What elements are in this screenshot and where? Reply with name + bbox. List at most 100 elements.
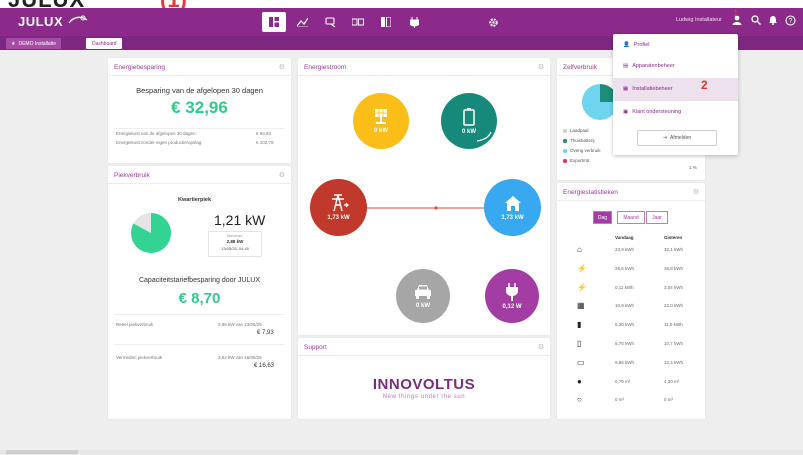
logo-swoosh-icon: [68, 14, 88, 29]
plug-node[interactable]: 0,12 W: [485, 269, 539, 323]
nav-device-icon[interactable]: [374, 12, 398, 32]
menu-item-label: Profiel: [633, 42, 650, 48]
divider: [298, 355, 550, 356]
grid-export-icon: ⚡: [577, 282, 587, 292]
gas-icon: ○: [577, 395, 582, 405]
list-icon: ▤: [623, 63, 629, 69]
support-brand-logo[interactable]: INNOVOLTUS: [298, 376, 550, 393]
settings-icon[interactable]: ⚙: [279, 63, 285, 71]
peak-row-line-2: 3,62 kW van 16/05/25: [218, 355, 262, 360]
nav-search-icon[interactable]: [318, 12, 342, 32]
peak-value: 1,21 kW: [214, 212, 266, 228]
breadcrumb-home[interactable]: ★ DEMO Installatie: [6, 38, 61, 49]
breadcrumb-dashboard[interactable]: Dashboard: [86, 38, 123, 49]
stat-yesterday: 0 m³: [664, 397, 673, 403]
nav-battery-icon[interactable]: [346, 12, 370, 32]
breadcrumb-home-label: DEMO Installatie: [18, 40, 56, 47]
stat-today: 0,79 m³: [615, 378, 631, 384]
nav-plug-icon[interactable]: [402, 12, 426, 32]
menu-item-profiel[interactable]: 👤 Profiel: [623, 42, 649, 48]
grid-node[interactable]: 1,73 kW: [310, 179, 367, 236]
card-piekverbruik: Piekverbruik ⚙ Kwartierpiek 1,21 kW Maxi…: [108, 166, 291, 419]
settings-icon[interactable]: ⚙: [538, 343, 544, 351]
stat-today: 0,11 kWh: [615, 284, 634, 290]
top-strip-annotation: (1): [160, 0, 187, 8]
stat-today: 9,85 kWh: [615, 359, 635, 365]
settings-icon[interactable]: ⚙: [279, 171, 285, 179]
nav-chart-icon[interactable]: [290, 12, 314, 32]
home-icon: [504, 195, 521, 211]
user-icon: 👤: [623, 42, 630, 48]
bell-icon[interactable]: [766, 13, 780, 27]
annotation-1: 1: [733, 8, 739, 18]
divider: [114, 344, 285, 345]
battery-discharge-icon: ▯: [577, 339, 582, 348]
card-title: Support: [304, 344, 327, 351]
stat-yesterday: 32,1 kWh: [664, 247, 684, 252]
cost-label-1: Energiekost van de afgelopen 30 dagen:: [116, 131, 197, 136]
logout-button[interactable]: ⇥ Afmelden: [637, 130, 717, 146]
card-title: Energiebesparing: [114, 64, 165, 71]
top-strip-text: JULUX: [8, 0, 85, 8]
legend-label: Thuisbatterij: [570, 138, 595, 143]
menu-item-apparatenbeheer[interactable]: ▤ Apparatenbeheer: [623, 63, 675, 69]
peak-pie-chart: [130, 212, 172, 259]
solar-panel-icon: [375, 109, 387, 124]
nav-gear-icon[interactable]: [481, 12, 505, 32]
battery-node[interactable]: 0 kW: [441, 93, 497, 149]
legend-dot: [563, 129, 567, 133]
stat-today: 26,6 kWh: [615, 265, 635, 271]
solar-node[interactable]: 0 kW: [353, 93, 409, 149]
building-icon: ▦: [623, 86, 629, 92]
peak-row-label-2: Vermeden piekverbruik: [116, 355, 163, 360]
tab-dag[interactable]: Dag: [593, 211, 612, 224]
search-icon[interactable]: [749, 13, 763, 27]
legend-label: Exportmtr.: [570, 158, 591, 163]
help-icon[interactable]: ?: [783, 13, 797, 27]
card-energiebesparing: Energiebesparing ⚙ Besparing van de afge…: [108, 58, 291, 163]
peak-subtitle: Kwartierpiek: [178, 197, 212, 203]
nav-dashboard-icon[interactable]: [262, 12, 286, 32]
car-icon: [415, 284, 431, 299]
divider: [557, 200, 705, 201]
user-name[interactable]: Ludwig Installateur: [676, 17, 722, 23]
legend-dot: [563, 149, 567, 153]
divider: [114, 314, 285, 315]
cost-value-1: € 69,83: [256, 131, 272, 136]
support-icon: ▣: [623, 109, 629, 115]
footer-text-left: [6, 450, 78, 454]
top-strip: JULUX (1): [0, 0, 803, 8]
app-logo[interactable]: JULUX: [18, 14, 63, 29]
card-support: Support ⚙ INNOVOLTUS New things under th…: [298, 338, 550, 419]
car-icon: ▭: [577, 357, 585, 367]
menu-item-label: Apparatenbeheer: [632, 63, 675, 69]
legend-label: Overig verbruik: [570, 148, 601, 153]
capacity-title: Capaciteitstariefbesparing door JULUX: [138, 277, 260, 284]
tab-jaar[interactable]: Jaar: [646, 211, 668, 224]
solar-value: 0 kW: [373, 128, 388, 134]
legend-dot: [563, 139, 567, 143]
legend-dot: [563, 159, 567, 163]
svg-text:?: ?: [788, 18, 792, 25]
tab-maand[interactable]: Maand: [617, 211, 645, 224]
grid-value: 1,73 kW: [327, 215, 350, 221]
settings-icon[interactable]: ⚙: [693, 188, 699, 196]
cost-label-2: Energiekost zonder eigen productie/opsla…: [116, 140, 203, 145]
power-pylon-icon: [331, 194, 349, 212]
home-node[interactable]: 1,73 kW: [484, 179, 541, 236]
user-menu-dropdown: 👤 Profiel ▤ Apparatenbeheer ▦ Installati…: [613, 34, 738, 155]
peak-row-label-1: Reëel piekverbruik: [116, 322, 154, 327]
divider: [114, 128, 285, 129]
cost-value-2: € 102,79: [256, 140, 274, 145]
savings-amount: € 32,96: [171, 98, 228, 117]
peak-max-box: Maximum 2,88 kW 13/05/25, 04:45: [208, 231, 262, 257]
annotation-2: 2: [701, 78, 708, 92]
stat-yesterday: 3,04 kWh: [664, 284, 684, 290]
logout-label: Afmelden: [670, 135, 692, 141]
menu-item-installatiebeheer[interactable]: ▦ Installatiebeheer: [623, 86, 673, 92]
car-node[interactable]: 0 kW: [396, 269, 450, 323]
peak-row-amount-1: € 7,93: [257, 330, 274, 336]
peak-max-value: 2,88 kW: [226, 239, 244, 244]
plug-icon: [506, 282, 518, 301]
menu-item-klant-ondersteuning[interactable]: ▣ Klant ondersteuning: [623, 109, 681, 115]
